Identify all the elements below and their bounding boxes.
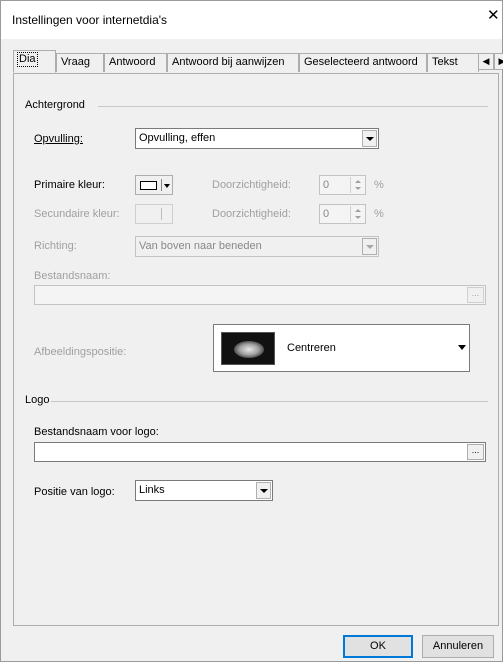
primary-color-button[interactable] [135, 175, 173, 195]
image-position-value: Centreren [287, 342, 336, 354]
transparency-spinner-2[interactable]: 0 [319, 204, 366, 224]
dialog-window: Instellingen voor internetdia's ✕ Dia Vr… [0, 0, 503, 662]
group-divider [98, 106, 488, 107]
fill-label-text: Opvulling: [34, 133, 83, 145]
direction-dropdown[interactable]: Van boven naar beneden [135, 236, 379, 257]
tab-strip: Dia Vraag Antwoord Antwoord bij aanwijze… [13, 50, 503, 74]
transparency-label-1: Doorzichtigheid: [212, 179, 291, 191]
logo-position-dropdown[interactable]: Links [135, 480, 273, 501]
logo-position-value: Links [139, 484, 165, 496]
transparency-value-1: 0 [323, 179, 330, 191]
fill-value: Opvulling, effen [139, 132, 216, 144]
secondary-color-button[interactable] [135, 204, 173, 224]
tab-dia[interactable]: Dia [13, 50, 56, 73]
logo-filename-field[interactable]: ... [34, 442, 486, 462]
tab-antwoord[interactable]: Antwoord [104, 53, 167, 72]
tab-tekst[interactable]: Tekst [427, 53, 479, 72]
spinner-arrows-icon[interactable] [350, 206, 364, 222]
fill-dropdown[interactable]: Opvulling, effen [135, 128, 379, 149]
logo-position-label: Positie van logo: [34, 486, 115, 498]
chevron-down-icon[interactable] [362, 238, 377, 255]
secondary-color-label: Secundaire kleur: [34, 208, 120, 220]
image-position-thumbnail [221, 332, 275, 365]
tab-panel-dia: Achtergrond Opvulling: Opvulling, effen … [13, 73, 499, 626]
color-button-separator [161, 179, 162, 191]
window-title: Instellingen voor internetdia's [12, 13, 168, 27]
transparency-value-2: 0 [323, 208, 330, 220]
group-label-logo: Logo [25, 394, 50, 406]
spinner-arrows-icon[interactable] [350, 177, 364, 193]
primary-color-label: Primaire kleur: [34, 179, 105, 191]
percent-label-1: % [374, 179, 384, 191]
chevron-right-icon[interactable]: ▶ [494, 53, 503, 70]
group-label-background: Achtergrond [25, 99, 85, 111]
logo-filename-label: Bestandsnaam voor logo: [34, 426, 159, 438]
tab-geselecteerd-antwoord[interactable]: Geselecteerd antwoord [299, 53, 427, 72]
chevron-down-icon[interactable] [362, 130, 377, 147]
image-position-label: Afbeeldingspositie: [34, 346, 127, 358]
tab-scroll-arrows: ◀ ▶ [478, 53, 503, 70]
percent-label-2: % [374, 208, 384, 220]
chevron-left-icon[interactable]: ◀ [478, 53, 494, 70]
transparency-label-2: Doorzichtigheid: [212, 208, 291, 220]
ok-button[interactable]: OK [343, 635, 413, 658]
tab-antwoord-bij-aanwijzen[interactable]: Antwoord bij aanwijzen [167, 53, 299, 72]
transparency-spinner-1[interactable]: 0 [319, 175, 366, 195]
filename-label: Bestandsnaam: [34, 270, 111, 282]
direction-value: Van boven naar beneden [139, 240, 262, 252]
chevron-down-icon [164, 184, 170, 188]
ellipsis-icon[interactable]: ... [467, 444, 484, 460]
color-button-separator [161, 208, 162, 220]
tab-vraag[interactable]: Vraag [56, 53, 104, 72]
image-position-dropdown[interactable]: Centreren [213, 324, 470, 372]
chevron-down-icon[interactable] [458, 345, 466, 350]
color-swatch [140, 181, 157, 190]
group-divider [51, 401, 488, 402]
direction-label: Richting: [34, 240, 77, 252]
cancel-button[interactable]: Annuleren [422, 635, 494, 658]
close-icon[interactable]: ✕ [487, 8, 500, 23]
ellipsis-icon[interactable]: ... [467, 287, 484, 303]
filename-field[interactable]: ... [34, 285, 486, 305]
fill-label: Opvulling: [34, 133, 83, 145]
chevron-down-icon[interactable] [256, 482, 271, 499]
tab-label: Dia [17, 52, 38, 67]
title-bar: Instellingen voor internetdia's ✕ [1, 1, 502, 39]
